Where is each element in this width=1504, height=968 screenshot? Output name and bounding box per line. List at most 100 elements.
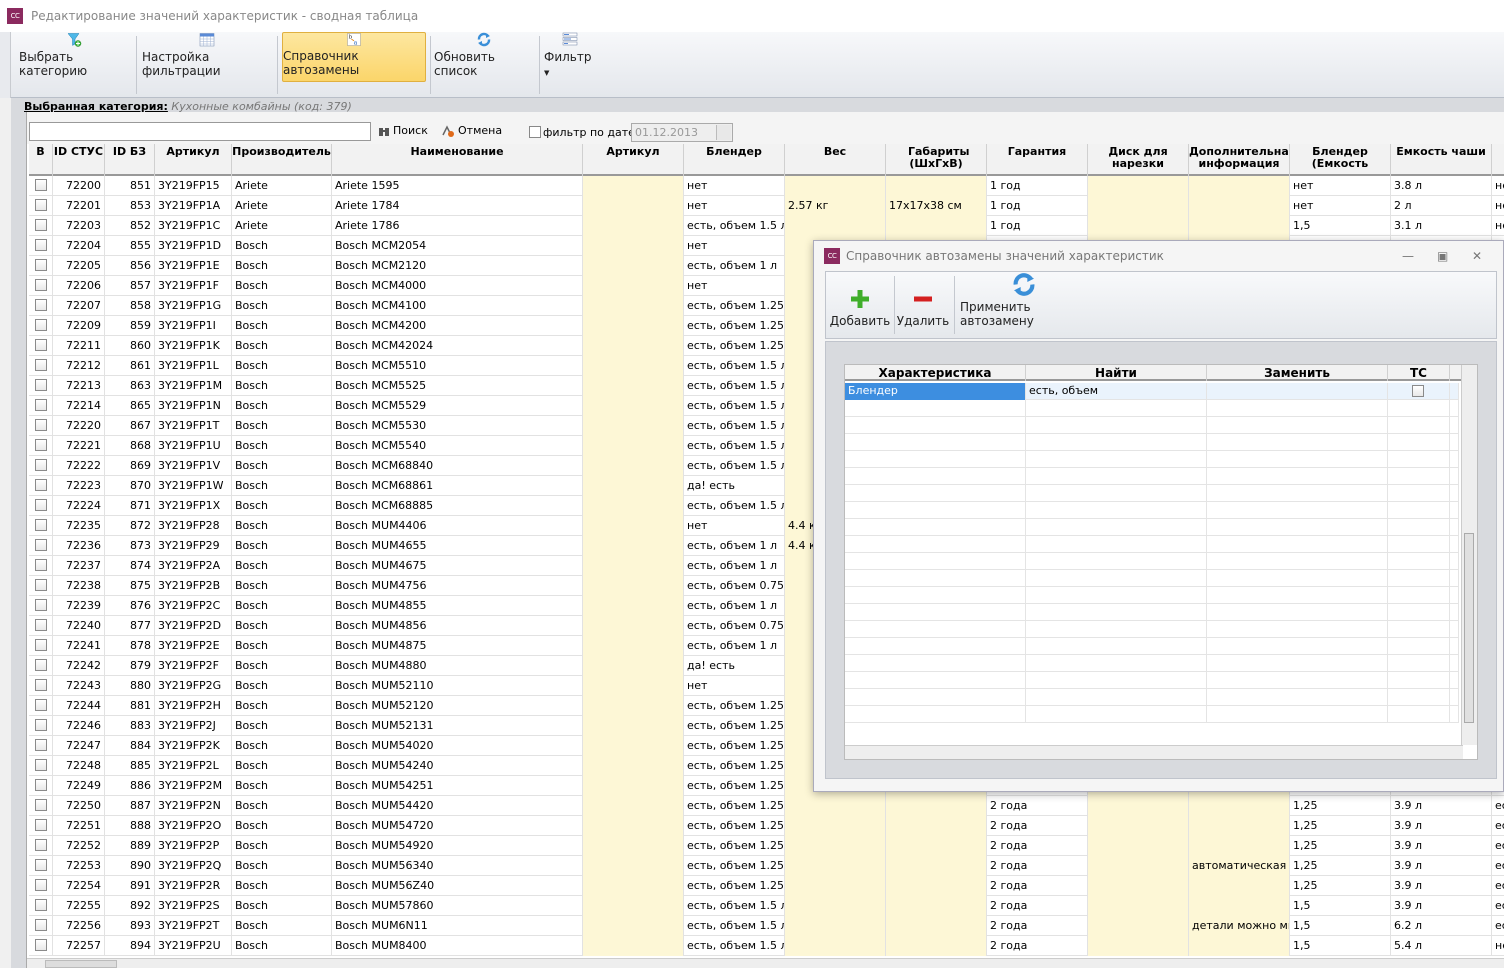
grid-cell-feature[interactable]: [845, 417, 1026, 434]
editable-cell[interactable]: [1088, 896, 1189, 916]
row-checkbox[interactable]: [35, 379, 47, 391]
cell-name[interactable]: Bosch MUM52120: [332, 696, 583, 716]
cell-info[interactable]: автоматическая на: [1189, 856, 1290, 876]
grid-cell-replace[interactable]: [1207, 468, 1388, 485]
grid-cell-ts[interactable]: [1388, 519, 1450, 536]
grid-cell-replace[interactable]: [1207, 536, 1388, 553]
cell-bz[interactable]: 894: [105, 936, 155, 956]
cell-art[interactable]: 3Y219FP2P: [155, 836, 232, 856]
row-select-cell[interactable]: [29, 796, 53, 816]
search-input[interactable]: [29, 122, 371, 141]
cell-bz[interactable]: 873: [105, 536, 155, 556]
cell-art[interactable]: 3Y219FP2O: [155, 816, 232, 836]
cell-blender[interactable]: есть, объем 1.5 л: [684, 436, 785, 456]
cell-blender[interactable]: есть, объем 1.25 л: [684, 716, 785, 736]
cell-blender[interactable]: да! есть: [684, 656, 785, 676]
grid-cell-pad[interactable]: [1450, 502, 1459, 519]
cell-blender[interactable]: есть, объем 1.5 л: [684, 496, 785, 516]
grid-cell-find[interactable]: [1026, 553, 1207, 570]
row-select-cell[interactable]: [29, 556, 53, 576]
row-checkbox[interactable]: [35, 579, 47, 591]
cell-art[interactable]: 3Y219FP1I: [155, 316, 232, 336]
column-header[interactable]: Найти: [1026, 365, 1207, 381]
cell-bowl[interactable]: 6.2 л: [1391, 916, 1492, 936]
cell-bz[interactable]: 865: [105, 396, 155, 416]
cell-warranty[interactable]: 1 год: [987, 196, 1088, 216]
grid-cell-pad[interactable]: [1450, 672, 1459, 689]
cell-dims[interactable]: [886, 836, 987, 856]
cell-blender[interactable]: есть, объем 0.75 л: [684, 576, 785, 596]
grid-cell-feature[interactable]: [845, 519, 1026, 536]
cell-extra[interactable]: не: [1492, 196, 1504, 216]
row-checkbox[interactable]: [35, 339, 47, 351]
cell-blender[interactable]: есть, объем 1.5 л: [684, 896, 785, 916]
row-checkbox[interactable]: [35, 519, 47, 531]
editable-cell[interactable]: [583, 576, 684, 596]
editable-cell[interactable]: [1088, 796, 1189, 816]
grid-cell-find[interactable]: есть, объем: [1026, 383, 1207, 400]
cell-name[interactable]: Bosch MUM54251: [332, 776, 583, 796]
grid-row[interactable]: [845, 519, 1459, 536]
cell-bz[interactable]: 867: [105, 416, 155, 436]
cell-stus[interactable]: 72252: [53, 836, 105, 856]
cell-blender[interactable]: есть, объем 1.25 л: [684, 696, 785, 716]
grid-cell-find[interactable]: [1026, 400, 1207, 417]
cell-stus[interactable]: 72204: [53, 236, 105, 256]
editable-cell[interactable]: [1088, 916, 1189, 936]
cell-mfr[interactable]: Bosch: [232, 436, 332, 456]
cell-name[interactable]: Bosch MCM5525: [332, 376, 583, 396]
editable-cell[interactable]: [583, 656, 684, 676]
editable-cell[interactable]: [583, 336, 684, 356]
cell-name[interactable]: Bosch MUM4875: [332, 636, 583, 656]
row-checkbox[interactable]: [35, 659, 47, 671]
cell-bcap[interactable]: 1,5: [1290, 896, 1391, 916]
cell-blender[interactable]: есть, объем 1.25 л: [684, 316, 785, 336]
row-checkbox[interactable]: [35, 499, 47, 511]
cell-stus[interactable]: 72205: [53, 256, 105, 276]
grid-cell-feature[interactable]: [845, 689, 1026, 706]
cell-bz[interactable]: 871: [105, 496, 155, 516]
row-select-cell[interactable]: [29, 596, 53, 616]
row-select-cell[interactable]: [29, 376, 53, 396]
grid-cell-find[interactable]: [1026, 536, 1207, 553]
cell-bcap[interactable]: 1,5: [1290, 936, 1391, 956]
editable-cell[interactable]: [583, 616, 684, 636]
cell-blender[interactable]: есть, объем 1.5 л: [684, 216, 785, 236]
cell-blender[interactable]: есть, объем 0.75 л: [684, 616, 785, 636]
cell-name[interactable]: Bosch MUM8400: [332, 936, 583, 956]
grid-cell-ts[interactable]: [1388, 502, 1450, 519]
editable-cell[interactable]: [583, 236, 684, 256]
row-select-cell[interactable]: [29, 176, 53, 196]
cell-stus[interactable]: 72200: [53, 176, 105, 196]
cell-bz[interactable]: 888: [105, 816, 155, 836]
cell-blender[interactable]: есть, объем 1.25 л: [684, 796, 785, 816]
cell-art[interactable]: 3Y219FP1X: [155, 496, 232, 516]
cell-mfr[interactable]: Bosch: [232, 396, 332, 416]
row-checkbox[interactable]: [35, 539, 47, 551]
editable-cell[interactable]: [583, 796, 684, 816]
grid-cell-ts[interactable]: [1388, 689, 1450, 706]
cell-mfr[interactable]: Bosch: [232, 856, 332, 876]
cell-stus[interactable]: 72212: [53, 356, 105, 376]
row-checkbox[interactable]: [35, 679, 47, 691]
editable-cell[interactable]: [583, 556, 684, 576]
row-select-cell[interactable]: [29, 836, 53, 856]
cell-warranty[interactable]: 2 года: [987, 856, 1088, 876]
cell-extra[interactable]: ес: [1492, 796, 1504, 816]
row-select-cell[interactable]: [29, 356, 53, 376]
cell-blender[interactable]: есть, объем 1.5 л: [684, 396, 785, 416]
cell-name[interactable]: Bosch MCM68885: [332, 496, 583, 516]
column-header[interactable]: ТС: [1388, 365, 1450, 381]
cell-name[interactable]: Bosch MUM4856: [332, 616, 583, 636]
grid-row[interactable]: Блендер есть, объем: [845, 383, 1459, 400]
cell-mfr[interactable]: Bosch: [232, 476, 332, 496]
cell-bowl[interactable]: 3.8 л: [1391, 176, 1492, 196]
table-row[interactable]: 72200 851 3Y219FP15 Ariete Ariete 1595 нет 1 г…: [29, 176, 1504, 196]
cell-art[interactable]: 3Y219FP2R: [155, 876, 232, 896]
cell-dims[interactable]: [886, 796, 987, 816]
cell-blender[interactable]: нет: [684, 516, 785, 536]
cell-bz[interactable]: 890: [105, 856, 155, 876]
grid-cell-find[interactable]: [1026, 434, 1207, 451]
grid-row[interactable]: [845, 621, 1459, 638]
cell-art[interactable]: 3Y219FP1L: [155, 356, 232, 376]
